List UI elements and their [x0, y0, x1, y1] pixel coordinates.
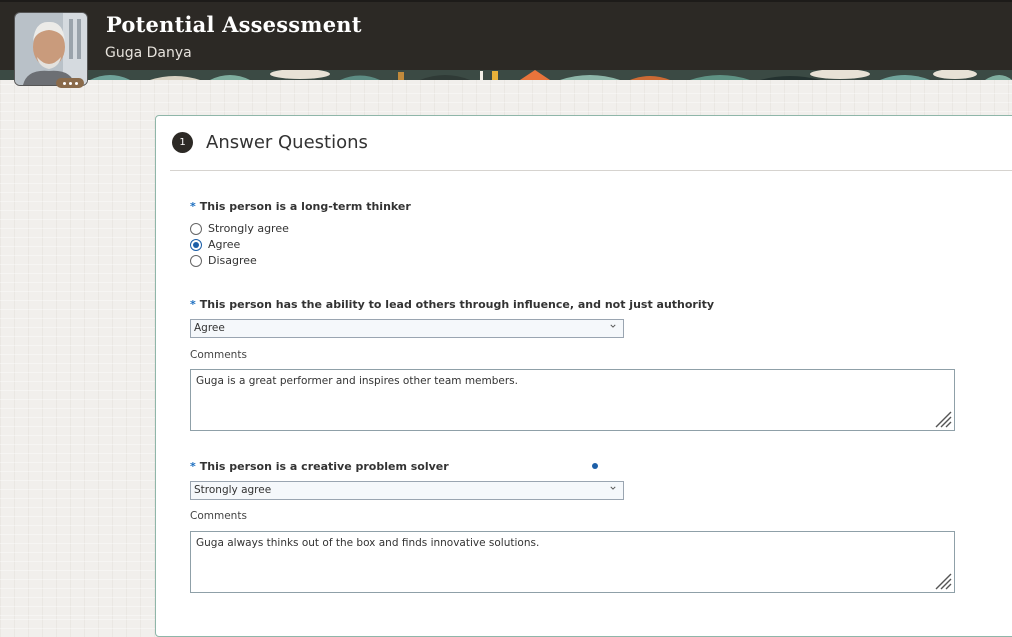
person-name: Guga Danya [105, 45, 192, 61]
question-2-label: * This person has the ability to lead oth… [190, 298, 714, 311]
question-2-comments-textarea[interactable]: Guga is a great performer and inspires o… [190, 369, 955, 431]
required-marker: * [190, 200, 196, 213]
page-title: Potential Assessment [106, 12, 362, 37]
section-title: Answer Questions [206, 132, 368, 153]
chevron-down-icon[interactable] [610, 323, 616, 329]
question-2-text: This person has the ability to lead othe… [199, 298, 715, 311]
question-1-label: * This person is a long-term thinker [190, 200, 411, 213]
comments-text: Guga is a great performer and inspires o… [196, 375, 518, 387]
radio-button[interactable] [190, 254, 202, 267]
section-divider [170, 170, 1012, 171]
radio-label: Disagree [208, 254, 257, 267]
unsaved-change-indicator [592, 463, 598, 469]
question-3-text: This person is a creative problem solver [199, 460, 449, 473]
required-marker: * [190, 298, 196, 311]
question-2-select[interactable]: Agree [190, 319, 624, 338]
radio-option-disagree[interactable]: Disagree [190, 254, 257, 267]
select-value: Agree [194, 322, 225, 334]
more-dots-icon[interactable] [56, 78, 84, 88]
avatar[interactable] [14, 12, 88, 86]
question-3-label: * This person is a creative problem solve… [190, 460, 449, 473]
question-1-text: This person is a long-term thinker [199, 200, 411, 213]
question-3-comments-textarea[interactable]: Guga always thinks out of the box and fi… [190, 531, 955, 593]
radio-option-strongly-agree[interactable]: Strongly agree [190, 222, 289, 235]
header-top-line [0, 0, 1012, 2]
radio-button-selected[interactable] [190, 238, 202, 251]
comments-label: Comments [190, 510, 247, 522]
answer-questions-card: 1 Answer Questions * This person is a lon… [155, 115, 1012, 637]
avatar-photo [15, 13, 87, 85]
step-number-badge: 1 [172, 132, 193, 153]
chevron-down-icon[interactable] [610, 485, 616, 491]
select-value: Strongly agree [194, 484, 272, 496]
radio-label: Agree [208, 238, 241, 251]
radio-label: Strongly agree [208, 222, 289, 235]
resize-grip-icon[interactable] [932, 408, 952, 428]
required-marker: * [190, 460, 196, 473]
resize-grip-icon[interactable] [932, 570, 952, 590]
question-3-select[interactable]: Strongly agree [190, 481, 624, 500]
header-decorative-band [0, 70, 1012, 80]
comments-text: Guga always thinks out of the box and fi… [196, 537, 540, 549]
radio-option-agree[interactable]: Agree [190, 238, 240, 251]
comments-label: Comments [190, 349, 247, 361]
radio-button[interactable] [190, 222, 202, 235]
